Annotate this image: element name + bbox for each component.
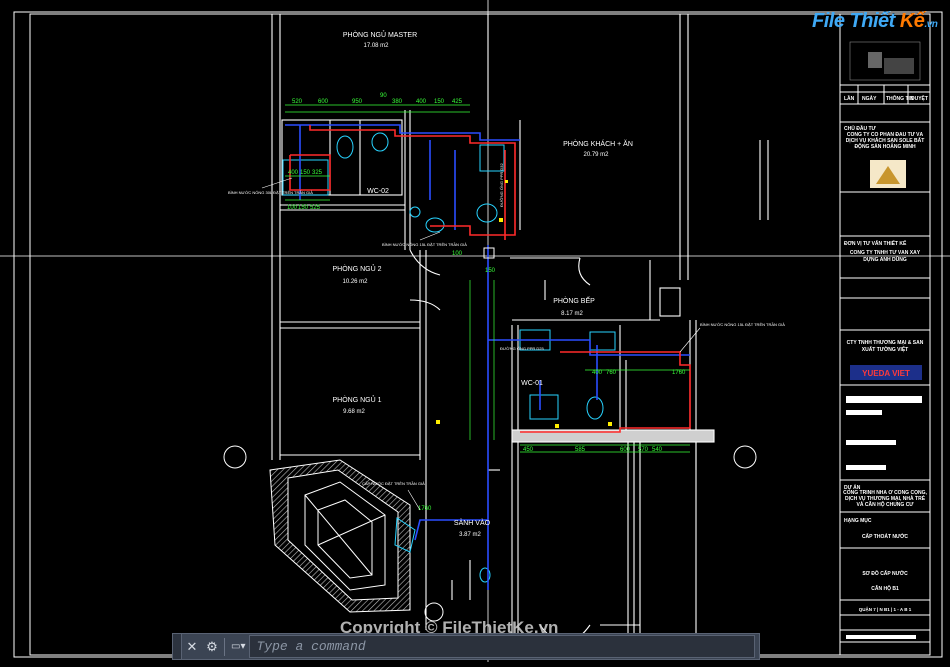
dim-bottom-4: 540: [652, 447, 663, 453]
dim-bottom-0: 450: [523, 447, 534, 453]
owner-label: CHỦ ĐẦU TƯ: [844, 125, 876, 132]
project-name: CÔNG TRÌNH NHÀ Ở CÔNG CỘNG, DỊCH VỤ THƯƠ…: [843, 490, 927, 508]
callout-water-heater-15l: BÌNH NƯỚC NÓNG 15L ĐẶT TRÊN TRẦN GIẢ: [382, 242, 467, 247]
riser-box: [483, 247, 495, 259]
callout-supply: CẤP NƯỚC ĐẶT TRÊN TRẦN GIẢ: [362, 481, 425, 486]
cad-viewport[interactable]: LẦN NGÀY THÔNG TIN DUYỆT CHỦ ĐẦU TƯ CÔNG…: [0, 0, 950, 662]
dim-misc-1: 150: [300, 170, 311, 176]
floor-plan-drawing[interactable]: LẦN NGÀY THÔNG TIN DUYỆT CHỦ ĐẦU TƯ CÔNG…: [0, 0, 950, 662]
drawing-title: SƠ ĐỒ CẤP NƯỚC: [862, 569, 908, 577]
logo-suffix: .vn: [924, 19, 938, 30]
dim-top-0: 520: [292, 99, 303, 105]
dim-bottom-3: 570: [638, 447, 649, 453]
dim-top-4: 380: [392, 99, 403, 105]
close-icon[interactable]: ✕: [182, 634, 202, 659]
rev-header-2: THÔNG TIN: [886, 94, 914, 102]
dim-misc-2: 325: [312, 170, 323, 176]
dim-top-1: 600: [318, 99, 329, 105]
room-name-master: PHÒNG NGỦ MASTER: [343, 30, 417, 39]
partner-name: CTY TNHH THƯƠNG MẠI & SẢN XUẤT TƯỜNG VIỆ…: [846, 340, 924, 353]
dim-top-6: 150: [434, 99, 445, 105]
rev-header-1: NGÀY: [862, 95, 877, 102]
wc-label-01: WC-01: [521, 380, 543, 387]
room-name-bedroom2: PHÒNG NGỦ 2: [332, 264, 381, 273]
sheet-number: QUẬN 7 | N B1 | 1 - A B 1: [859, 606, 912, 612]
dim-misc-4: 150: [298, 205, 309, 211]
dim-top-7: 425: [452, 99, 463, 105]
unit-name: CĂN HỘ B1: [871, 584, 899, 592]
partner-logo: YUEDA VIET: [862, 369, 910, 378]
wc-label-02: WC-02: [367, 188, 389, 195]
dim-top-2: 950: [352, 99, 363, 105]
dim-misc-7: 150: [485, 268, 496, 274]
room-name-bedroom1: PHÒNG NGỦ 1: [332, 395, 381, 404]
dimension-text-misc: 400 150 325 100 150 525 100 150 1760: [287, 170, 496, 512]
rev-header-0: LẦN: [844, 95, 855, 102]
room-name-living: PHÒNG KHÁCH + ĂN: [563, 139, 633, 148]
command-bar-grip[interactable]: [173, 634, 182, 659]
owner-name: CÔNG TY CỔ PHẦN ĐẦU TƯ VÀ DỊCH VỤ KHÁCH …: [845, 132, 925, 150]
pipe-label-d32: ĐƯỜNG ỐNG PPR D32: [499, 162, 504, 207]
pipe-label-d25: ĐƯỜNG ỐNG PPR D25: [500, 346, 545, 351]
prompt-history-icon[interactable]: ▭▾: [227, 634, 249, 659]
dim-misc-6: 100: [452, 251, 463, 257]
dimension-text-kitchen: 400 760 1760: [592, 370, 686, 376]
room-area-kitchen: 8.17 m2: [561, 311, 583, 317]
sheet-border-outer: [13, 11, 943, 658]
dim-top-5: 400: [416, 99, 427, 105]
room-area-lobby: 3.87 m2: [459, 532, 481, 538]
dim-bottom-2: 600: [620, 447, 631, 453]
consultant-label: ĐƠN VỊ TƯ VẤN THIẾT KẾ: [844, 240, 907, 247]
callout-water-heater-15l-kitchen: BÌNH NƯỚC NÓNG 15L ĐẶT TRÊN TRẦN GIẢ: [700, 322, 785, 327]
dim-kitchen-1: 760: [606, 370, 617, 376]
settings-icon[interactable]: ⚙: [202, 634, 222, 659]
dim-top-3: 90: [380, 93, 387, 99]
dim-misc-5: 525: [310, 205, 321, 211]
room-name-lobby: SẢNH VÀO: [454, 518, 491, 527]
logo-text-1: File Thiết: [812, 10, 895, 32]
room-area-master: 17.08 m2: [363, 43, 389, 49]
dim-misc-8: 1760: [418, 506, 432, 512]
command-input[interactable]: [249, 635, 755, 658]
dimension-text-top: 520 600 950 90 380 400 150 425: [292, 93, 463, 105]
title-block: [839, 13, 931, 656]
room-area-bedroom2: 10.26 m2: [342, 279, 368, 285]
rev-header-3: DUYỆT: [911, 94, 928, 102]
room-area-living: 20.79 m2: [583, 152, 609, 158]
site-logo: File Thiết Kế.vn: [812, 10, 938, 33]
room-area-bedroom1: 9.68 m2: [343, 409, 365, 415]
command-separator: [224, 637, 225, 656]
logo-text-2: Kế: [899, 10, 925, 32]
dim-misc-3: 100: [287, 205, 298, 211]
command-line-bar[interactable]: ✕ ⚙ ▭▾: [172, 633, 760, 660]
category-label: HẠNG MỤC: [844, 518, 872, 524]
dim-kitchen-2: 1760: [672, 370, 686, 376]
sheet-border-inner: [29, 13, 931, 656]
dim-misc-0: 400: [288, 170, 299, 176]
room-name-kitchen: PHÒNG BẾP: [553, 295, 595, 305]
category-name: CẤP THOÁT NƯỚC: [862, 532, 908, 540]
callout-water-heater-30l: BÌNH NƯỚC NÓNG 30L ĐẶT TRÊN TRẦN GIẢ: [228, 190, 313, 195]
dim-bottom-1: 585: [575, 447, 586, 453]
consultant-name: CÔNG TY TNHH TƯ VẤN XÂY DỰNG ANH DŨNG: [849, 250, 921, 263]
dim-kitchen-0: 400: [592, 370, 603, 376]
